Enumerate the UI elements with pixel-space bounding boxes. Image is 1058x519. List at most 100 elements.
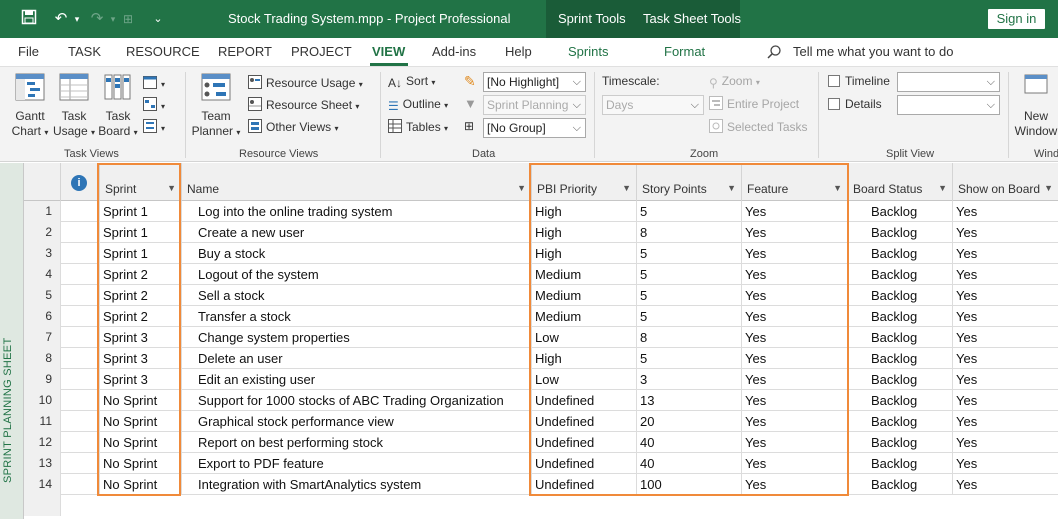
cell-show-on-board[interactable]: Yes <box>953 243 1058 264</box>
tab-file[interactable]: File <box>18 44 39 59</box>
cell-indicator[interactable] <box>61 222 100 243</box>
indicators-header[interactable]: i <box>61 163 100 201</box>
cell-feature[interactable]: Yes <box>742 201 848 222</box>
cell-story-points[interactable]: 5 <box>637 201 742 222</box>
cell-story-points[interactable]: 8 <box>637 327 742 348</box>
cell-pbi-priority[interactable]: High <box>532 243 637 264</box>
cell-indicator[interactable] <box>61 411 100 432</box>
cell-pbi-priority[interactable]: High <box>532 201 637 222</box>
cell-feature[interactable]: Yes <box>742 327 848 348</box>
cell-feature[interactable]: Yes <box>742 369 848 390</box>
cell-task-name[interactable]: Export to PDF feature <box>182 453 532 474</box>
redo-dropdown-icon[interactable]: ▾ <box>108 9 118 29</box>
other-task-views-button[interactable]: ▾ <box>143 117 165 137</box>
table-row[interactable]: 9 Sprint 3 Edit an existing user Low 3 Yes Bac… <box>24 369 1058 390</box>
cell-story-points[interactable]: 3 <box>637 369 742 390</box>
network-diagram-button[interactable]: ▾ <box>143 95 165 115</box>
cell-show-on-board[interactable]: Yes <box>953 201 1058 222</box>
cell-board-status[interactable]: Backlog <box>848 285 953 306</box>
row-number[interactable] <box>24 495 61 516</box>
tab-view[interactable]: VIEW <box>372 44 405 59</box>
cell-indicator[interactable] <box>61 327 100 348</box>
cell-feature[interactable]: Yes <box>742 453 848 474</box>
cell-board-status[interactable]: Backlog <box>848 327 953 348</box>
cell-board-status[interactable]: Backlog <box>848 453 953 474</box>
cell-show-on-board[interactable]: Yes <box>953 432 1058 453</box>
column-header-feature[interactable]: Feature ▼ <box>742 163 848 201</box>
feature-filter-icon[interactable]: ▼ <box>833 183 842 193</box>
cell-board-status[interactable]: Backlog <box>848 474 953 495</box>
tab-report[interactable]: REPORT <box>218 44 272 59</box>
cell-pbi-priority[interactable]: Undefined <box>532 432 637 453</box>
cell-board-status[interactable]: Backlog <box>848 243 953 264</box>
cell-pbi-priority[interactable]: High <box>532 348 637 369</box>
select-all-cell[interactable] <box>24 163 61 201</box>
cell-task-name[interactable]: Integration with SmartAnalytics system <box>182 474 532 495</box>
cell-sprint[interactable]: No Sprint <box>100 411 182 432</box>
cell-board-status[interactable]: Backlog <box>848 369 953 390</box>
table-row[interactable]: 6 Sprint 2 Transfer a stock Medium 5 Yes Backl… <box>24 306 1058 327</box>
cell-story-points[interactable]: 40 <box>637 432 742 453</box>
row-number[interactable]: 5 <box>24 285 61 306</box>
details-checkbox[interactable]: Details <box>828 94 882 114</box>
undo-icon[interactable]: ↶ <box>50 9 72 29</box>
cell-indicator[interactable] <box>61 285 100 306</box>
cell-story-points[interactable]: 8 <box>637 222 742 243</box>
cell-feature[interactable]: Yes <box>742 243 848 264</box>
row-number[interactable]: 3 <box>24 243 61 264</box>
cell-indicator[interactable] <box>61 306 100 327</box>
priority-filter-icon[interactable]: ▼ <box>622 183 631 193</box>
cell-show-on-board[interactable]: Yes <box>953 348 1058 369</box>
cell-pbi-priority[interactable]: High <box>532 222 637 243</box>
cell-indicator[interactable] <box>61 348 100 369</box>
cell-feature[interactable]: Yes <box>742 222 848 243</box>
customize-toolbar-icon[interactable]: ⌄ <box>150 9 166 29</box>
cell-show-on-board[interactable]: Yes <box>953 453 1058 474</box>
name-filter-icon[interactable]: ▼ <box>517 183 526 193</box>
cell-show-on-board[interactable]: Yes <box>953 285 1058 306</box>
cell-sprint[interactable]: Sprint 3 <box>100 369 182 390</box>
cell-task-name[interactable]: Create a new user <box>182 222 532 243</box>
cell-board-status[interactable]: Backlog <box>848 348 953 369</box>
cell-pbi-priority[interactable]: Medium <box>532 285 637 306</box>
cell-board-status[interactable]: Backlog <box>848 390 953 411</box>
other-views-button[interactable]: Other Views ▾ <box>248 117 339 137</box>
row-number[interactable]: 4 <box>24 264 61 285</box>
cell-story-points[interactable]: 5 <box>637 348 742 369</box>
team-planner-button[interactable]: Team Planner ▾ <box>190 73 242 140</box>
cell-feature[interactable]: Yes <box>742 306 848 327</box>
cell-show-on-board[interactable]: Yes <box>953 390 1058 411</box>
cell-indicator[interactable] <box>61 369 100 390</box>
table-row[interactable]: 5 Sprint 2 Sell a stock Medium 5 Yes Backlog Ye… <box>24 285 1058 306</box>
cell-sprint[interactable]: Sprint 1 <box>100 222 182 243</box>
row-number[interactable]: 10 <box>24 390 61 411</box>
cell-pbi-priority[interactable]: Low <box>532 327 637 348</box>
filter-select[interactable]: Sprint Planning ⌵ <box>483 95 586 115</box>
touch-mode-icon[interactable]: ⊞ <box>120 9 136 29</box>
row-number[interactable]: 2 <box>24 222 61 243</box>
sign-in-button[interactable]: Sign in <box>988 9 1045 29</box>
save-icon[interactable] <box>18 9 40 29</box>
row-number[interactable]: 7 <box>24 327 61 348</box>
tables-button[interactable]: Tables ▾ <box>388 117 448 137</box>
cell-indicator[interactable] <box>61 474 100 495</box>
tab-resource[interactable]: RESOURCE <box>126 44 200 59</box>
table-row[interactable]: 4 Sprint 2 Logout of the system Medium 5 Yes B… <box>24 264 1058 285</box>
sort-button[interactable]: A↓ Sort ▾ <box>388 71 435 91</box>
resource-sheet-button[interactable]: Resource Sheet ▾ <box>248 95 359 115</box>
cell-story-points[interactable]: 5 <box>637 264 742 285</box>
cell-board-status[interactable]: Backlog <box>848 432 953 453</box>
cell-task-name[interactable]: Transfer a stock <box>182 306 532 327</box>
timeline-select[interactable]: ⌵ <box>897 72 1000 92</box>
cell-board-status[interactable]: Backlog <box>848 306 953 327</box>
cell-story-points[interactable]: 100 <box>637 474 742 495</box>
column-header-board-status[interactable]: Board Status ▼ <box>848 163 953 201</box>
cell-task-name[interactable]: Buy a stock <box>182 243 532 264</box>
cell-sprint[interactable]: Sprint 2 <box>100 306 182 327</box>
column-header-story-points[interactable]: Story Points ▼ <box>637 163 742 201</box>
cell-sprint[interactable]: No Sprint <box>100 390 182 411</box>
cell-pbi-priority[interactable]: Undefined <box>532 453 637 474</box>
cell-indicator[interactable] <box>61 390 100 411</box>
board-status-filter-icon[interactable]: ▼ <box>938 183 947 193</box>
cell-sprint[interactable]: Sprint 3 <box>100 348 182 369</box>
